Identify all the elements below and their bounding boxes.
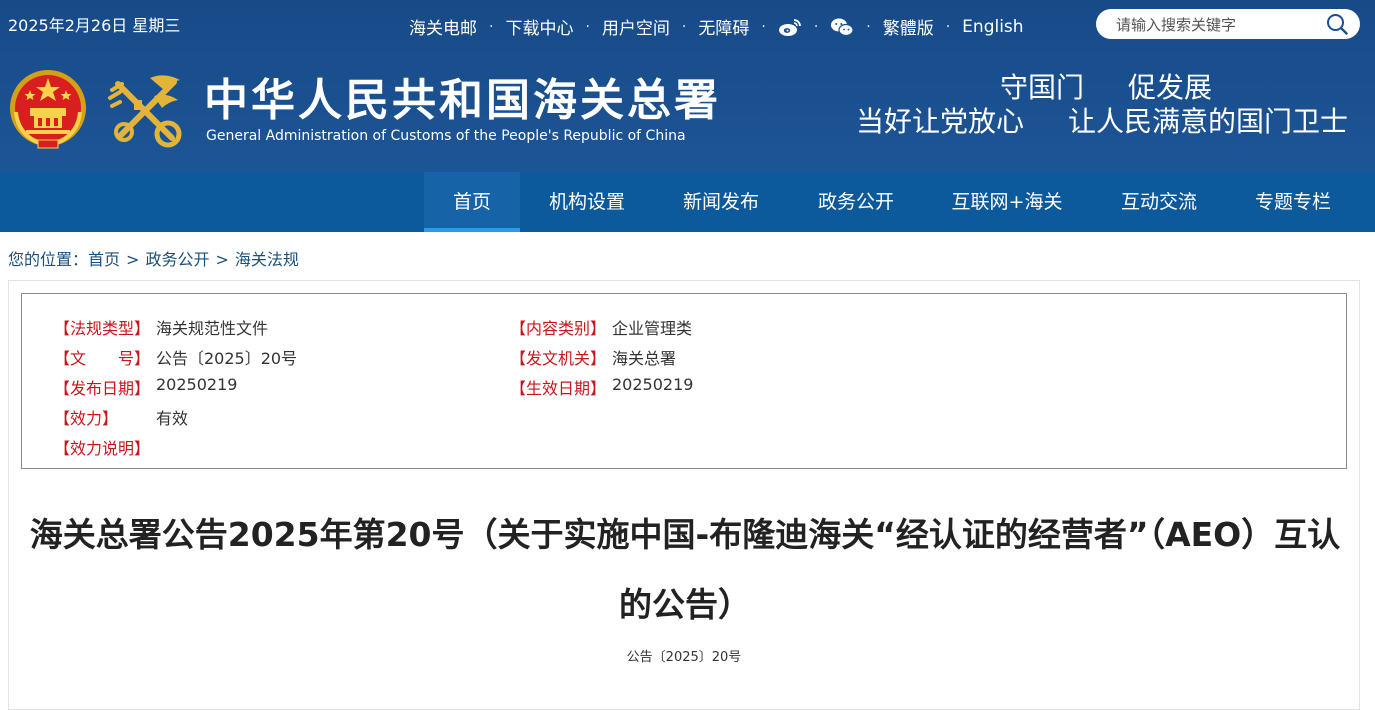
meta-value: 海关总署 — [612, 349, 677, 368]
slogan-text: 当好让党放心 — [856, 105, 1025, 138]
site-title: 中华人民共和国海关总署 — [204, 75, 721, 126]
slogan-text: 让人民满意的国门卫士 — [1068, 105, 1349, 138]
main-nav: 首页 机构设置 新闻发布 政务公开 互联网+海关 互动交流 专题专栏 — [0, 172, 1375, 232]
separator: · — [489, 18, 494, 35]
nav-item-internet-customs[interactable]: 互联网+海关 — [940, 172, 1074, 232]
meta-value: 20250219 — [612, 375, 694, 394]
meta-label: 【效力说明】 — [54, 439, 151, 458]
breadcrumb-prefix: 您的位置： — [8, 250, 89, 269]
meta-label: 【内容类别】 — [510, 319, 607, 338]
separator: · — [813, 18, 819, 35]
breadcrumb-government-affairs[interactable]: 政务公开 — [145, 250, 209, 269]
document-number: 公告〔2025〕20号 — [626, 650, 742, 665]
meta-value: 海关规范性文件 — [156, 319, 269, 338]
nav-item-news[interactable]: 新闻发布 — [670, 172, 772, 232]
meta-validity: 【效力】 有效 — [54, 405, 188, 429]
breadcrumb-separator: > — [215, 250, 229, 269]
meta-label: 【发布日期】 — [54, 379, 151, 398]
link-download-center[interactable]: 下载中心 — [505, 14, 573, 39]
link-english[interactable]: English — [962, 17, 1023, 37]
breadcrumb-separator: > — [126, 250, 140, 269]
meta-content-category: 【内容类别】 企业管理类 — [510, 315, 692, 339]
nav-item-organization[interactable]: 机构设置 — [536, 172, 638, 232]
nav-item-interaction[interactable]: 互动交流 — [1108, 172, 1210, 232]
nav-item-government-affairs[interactable]: 政务公开 — [805, 172, 907, 232]
separator: · — [866, 18, 871, 35]
meta-value: 企业管理类 — [612, 319, 693, 338]
slogan-line-2: 当好让党放心 让人民满意的国门卫士 — [856, 100, 1348, 140]
national-emblem-icon — [8, 68, 88, 150]
link-user-space[interactable]: 用户空间 — [602, 14, 670, 39]
nav-item-special-topics[interactable]: 专题专栏 — [1242, 172, 1344, 232]
meta-label: 【法规类型】 — [54, 319, 151, 338]
link-accessibility[interactable]: 无障碍 — [698, 14, 749, 39]
separator: · — [681, 18, 687, 35]
current-date: 2025年2月26日 星期三 — [8, 16, 181, 35]
site-header: 2025年2月26日 星期三 海关电邮 · 下载中心 · 用户空间 · 无障碍 … — [0, 0, 1375, 172]
separator: · — [585, 18, 590, 35]
breadcrumb: 您的位置：首页 > 政务公开 > 海关法规 — [8, 246, 299, 270]
meta-label: 【效力】 — [54, 409, 119, 428]
site-subtitle: General Administration of Customs of the… — [206, 128, 686, 144]
breadcrumb-home[interactable]: 首页 — [88, 250, 120, 269]
meta-doc-number: 【文 号】 公告〔2025〕20号 — [54, 345, 297, 369]
wechat-icon[interactable] — [830, 17, 854, 37]
top-links: 海关电邮 · 下载中心 · 用户空间 · 无障碍 · · · 繁體版 · Eng… — [409, 14, 1024, 40]
meta-effective-date: 【生效日期】 20250219 — [510, 375, 693, 399]
document-metadata: 【法规类型】 海关规范性文件 【内容类别】 企业管理类 【文 号】 公告〔2025〕2… — [21, 293, 1347, 469]
link-customs-email[interactable]: 海关电邮 — [409, 14, 477, 39]
meta-label: 【文 号】 — [54, 349, 151, 368]
meta-value: 有效 — [156, 409, 189, 428]
meta-validity-note: 【效力说明】 — [54, 435, 156, 459]
document-title: 海关总署公告2025年第20号（关于实施中国-布隆迪海关“经认证的经营者”（AE… — [29, 515, 1341, 624]
customs-emblem-icon — [104, 70, 188, 152]
search-input[interactable] — [1114, 14, 1318, 36]
search-box — [1096, 9, 1360, 39]
nav-item-home[interactable]: 首页 — [424, 172, 520, 232]
meta-value: 20250219 — [156, 375, 238, 394]
meta-regulation-type: 【法规类型】 海关规范性文件 — [54, 315, 268, 339]
meta-label: 【发文机关】 — [510, 349, 607, 368]
link-traditional-chinese[interactable]: 繁體版 — [883, 14, 934, 39]
meta-publish-date: 【发布日期】 20250219 — [54, 375, 237, 399]
separator: · — [761, 18, 766, 35]
search-icon[interactable] — [1326, 13, 1348, 35]
meta-value: 公告〔2025〕20号 — [156, 349, 298, 368]
weibo-icon[interactable] — [778, 17, 802, 37]
separator: · — [945, 18, 951, 35]
meta-label: 【生效日期】 — [510, 379, 607, 398]
breadcrumb-customs-regulations[interactable]: 海关法规 — [235, 250, 299, 269]
meta-issuing-authority: 【发文机关】 海关总署 — [510, 345, 676, 369]
